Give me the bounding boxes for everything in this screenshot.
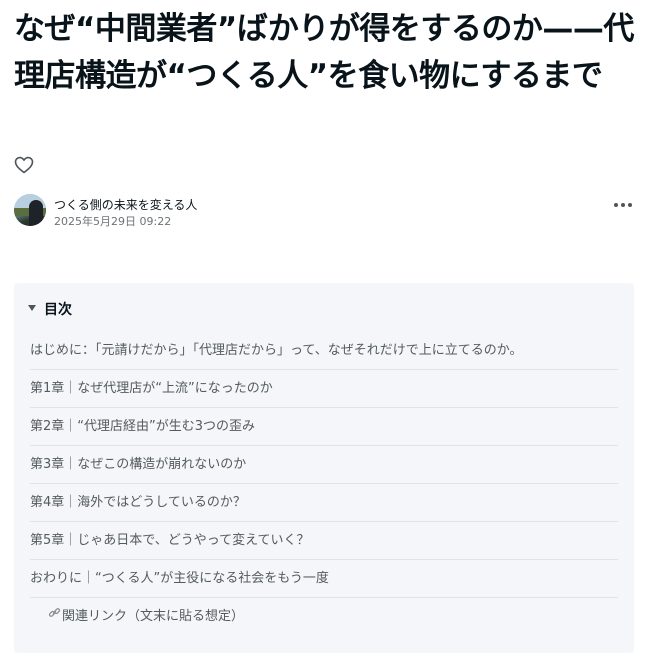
author-row: つくる側の未来を変える人 2025年5月29日 09:22 xyxy=(14,194,634,230)
toc-list: はじめに：「元請けだから」「代理店だから」って、なぜそれだけで上に立てるのか。 … xyxy=(30,332,618,635)
like-button[interactable] xyxy=(14,156,36,176)
heart-icon xyxy=(14,156,36,174)
toc-item-related-links[interactable]: 関連リンク（文末に貼る想定） xyxy=(30,598,618,635)
table-of-contents: 目次 はじめに：「元請けだから」「代理店だから」って、なぜそれだけで上に立てるの… xyxy=(14,283,634,653)
author-name[interactable]: つくる側の未来を変える人 xyxy=(54,197,197,213)
link-icon xyxy=(48,598,62,634)
article: なぜ“中間業者”ばかりが得をするのか——代理店構造が“つくる人”を食い物にするま… xyxy=(14,0,634,653)
avatar[interactable] xyxy=(14,194,46,226)
toc-item-chapter-2[interactable]: 第2章｜“代理店経由”が生む3つの歪み xyxy=(30,408,618,446)
toc-item-intro[interactable]: はじめに：「元請けだから」「代理店だから」って、なぜそれだけで上に立てるのか。 xyxy=(30,332,618,370)
toc-item-chapter-3[interactable]: 第3章｜なぜこの構造が崩れないのか xyxy=(30,446,618,484)
toc-item-chapter-4[interactable]: 第4章｜海外ではどうしているのか？ xyxy=(30,484,618,522)
toc-item-outro[interactable]: おわりに｜“つくる人”が主役になる社会をもう一度 xyxy=(30,560,618,598)
toc-toggle[interactable]: 目次 xyxy=(28,300,72,320)
toc-heading: 目次 xyxy=(44,302,72,318)
caret-down-icon xyxy=(28,305,36,311)
toc-item-chapter-1[interactable]: 第1章｜なぜ代理店が“上流”になったのか xyxy=(30,370,618,408)
more-dots-icon[interactable] xyxy=(614,200,632,210)
post-date: 2025年5月29日 09:22 xyxy=(54,215,172,228)
toc-item-chapter-5[interactable]: 第5章｜じゃあ日本で、どうやって変えていく？ xyxy=(30,522,618,560)
article-title: なぜ“中間業者”ばかりが得をするのか——代理店構造が“つくる人”を食い物にするま… xyxy=(14,11,634,94)
